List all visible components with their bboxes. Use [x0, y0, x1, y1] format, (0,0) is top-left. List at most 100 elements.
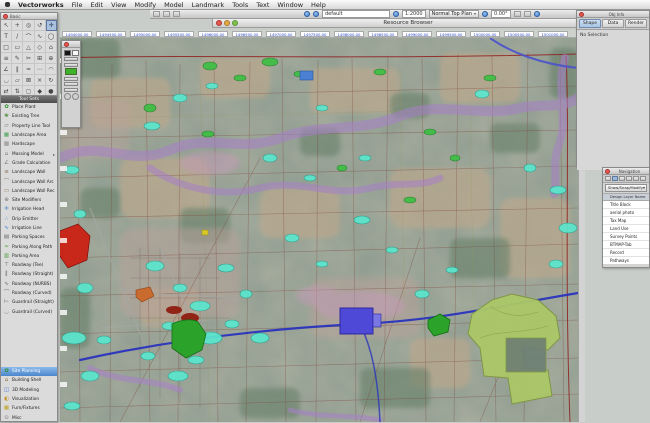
layer-options-icon[interactable] — [393, 11, 399, 17]
tool-row[interactable]: ⊤ Roadway (Tee) — [1, 261, 57, 270]
menu-item[interactable]: Tools — [232, 1, 248, 9]
mode-button-3[interactable] — [173, 11, 180, 17]
tool-row[interactable]: ⊕ Site Modifiers — [1, 196, 57, 205]
navigation-titlebar[interactable]: Navigation — [603, 168, 649, 175]
dots-tool[interactable]: ⋯ — [35, 64, 46, 75]
rounded-rect-tool[interactable]: ▭ — [12, 42, 23, 53]
viewports-tab-icon[interactable] — [626, 176, 632, 181]
layer-row[interactable]: ✓ BTMAP-Tab — [603, 241, 649, 249]
line-weight-dropdown[interactable] — [64, 77, 78, 81]
grid-tool[interactable]: ⊞ — [35, 53, 46, 64]
pen-color-chip[interactable] — [72, 50, 79, 56]
fit-to-objects-icon[interactable] — [313, 11, 319, 17]
map-canvas[interactable] — [60, 38, 578, 422]
skew-rect-tool[interactable]: ▱ — [12, 75, 23, 86]
tool-row[interactable]: ✛ Irrigation Head — [1, 205, 57, 214]
references-tab-icon[interactable] — [640, 176, 646, 181]
spline-tool[interactable]: ≈ — [23, 64, 34, 75]
fill-style-dropdown[interactable] — [64, 57, 78, 61]
active-color-chip[interactable] — [65, 68, 77, 75]
center-tool[interactable]: ⊕ — [46, 53, 57, 64]
tool-set-group[interactable]: ◐ Visualization — [1, 395, 57, 404]
rectangle-tool[interactable]: □ — [1, 42, 12, 53]
tool-row[interactable]: ▱ Property Line Tool — [1, 122, 57, 131]
tool-row[interactable]: ▦ Landscape Area — [1, 131, 57, 140]
app-menu-vectorworks[interactable]: Vectorworks — [18, 1, 64, 9]
tool-row[interactable]: ≡ Landscape Wall — [1, 168, 57, 177]
minimize-icon[interactable] — [224, 20, 230, 26]
layer-row[interactable]: ✓ Survey Points — [603, 233, 649, 241]
rotate-cw-tool[interactable]: ↻ — [46, 75, 57, 86]
arc-up-tool[interactable]: ◠ — [46, 64, 57, 75]
arc-tool[interactable]: ⌒ — [23, 31, 34, 42]
menu-item[interactable]: File — [72, 1, 83, 9]
triangle-tool[interactable]: △ — [23, 42, 34, 53]
tool-row[interactable]: ∠ Grade Calculation — [1, 159, 57, 168]
freehand-tool[interactable]: ∿ — [35, 31, 46, 42]
view-button-2[interactable] — [524, 11, 531, 17]
render-mode-dropdown[interactable]: Normal Top Plan — [429, 10, 479, 18]
object-info-tab[interactable]: Data — [602, 19, 624, 28]
apple-icon[interactable] — [5, 2, 10, 7]
tool-row[interactable]: ▥ Parking Area — [1, 252, 57, 261]
snap-tool[interactable]: ✛ — [46, 20, 57, 31]
layer-row[interactable]: ✓ Land Use — [603, 225, 649, 233]
tool-row[interactable]: ∿ Irrigation Line — [1, 224, 57, 233]
tool-row[interactable]: ❀ Existing Tree — [1, 112, 57, 121]
zone-yellow-marker[interactable] — [202, 230, 208, 235]
menu-item[interactable]: Window — [277, 1, 303, 9]
basic-palette-titlebar[interactable]: Basic — [1, 13, 57, 20]
layer-options-dropdown[interactable]: Show/Snap/Modify▾ — [605, 184, 647, 192]
menu-item[interactable]: Model — [164, 1, 184, 9]
tool-row[interactable]: ▩ Hardscape — [1, 140, 57, 149]
attributes-titlebar[interactable] — [62, 41, 80, 48]
close-icon[interactable] — [216, 20, 222, 26]
tool-row[interactable]: ∴ Drip Emitter — [1, 215, 57, 224]
design-layers-tab-icon[interactable] — [612, 176, 618, 181]
scale-field[interactable]: 1:2000 — [402, 10, 426, 18]
delete-tool[interactable]: × — [35, 75, 46, 86]
update-icon[interactable] — [534, 11, 540, 17]
line-tool[interactable]: / — [12, 31, 23, 42]
selection-tool[interactable]: ↖ — [1, 20, 12, 31]
pen-style-dropdown[interactable] — [64, 63, 78, 67]
zoom-icon[interactable] — [482, 11, 488, 17]
close-icon[interactable] — [605, 169, 610, 174]
tool-row[interactable]: ▤ Parking Spaces — [1, 233, 57, 242]
layer-row[interactable]: ✓ Tax Map — [603, 217, 649, 225]
object-info-titlebar[interactable]: Obj Info — [577, 11, 649, 18]
arc-down-tool[interactable]: ◡ — [1, 75, 12, 86]
tool-sets-titlebar[interactable]: Tool Sets — [1, 96, 57, 103]
zoom-tool[interactable]: ◎ — [23, 20, 34, 31]
edit-tool[interactable]: ✎ — [12, 53, 23, 64]
trim-tool[interactable]: ✂ — [23, 53, 34, 64]
tool-row[interactable]: ∿ Roadway (NURBS) — [1, 280, 57, 289]
tool-row[interactable]: ⌒ Landscape Wall Arc — [1, 177, 57, 186]
tool-row[interactable]: ⊢ Guardrail (Straight) — [1, 298, 57, 307]
mode-button-1[interactable] — [153, 11, 160, 17]
tool-row[interactable]: ⌂ Massing Model — [1, 149, 57, 158]
polygon-tool[interactable]: ◇ — [35, 42, 46, 53]
parallel-tool[interactable]: ∥ — [12, 64, 23, 75]
tool-set-group[interactable]: ▦ Furn/Fixtures — [1, 404, 57, 413]
menu-item[interactable]: Edit — [90, 1, 103, 9]
object-info-tab[interactable]: Shape — [579, 19, 601, 28]
zone-blue-small[interactable] — [300, 71, 313, 80]
angle-tool[interactable]: ∠ — [1, 64, 12, 75]
object-info-tab[interactable]: Render — [625, 19, 647, 28]
shadow-button[interactable] — [72, 93, 79, 100]
offset-tool[interactable]: ≡ — [1, 53, 12, 64]
rotation-field[interactable]: 0.00° — [491, 10, 511, 18]
menu-item[interactable]: Help — [311, 1, 326, 9]
mode-button-2[interactable] — [163, 11, 170, 17]
menu-item[interactable]: View — [111, 1, 126, 9]
tool-set-group[interactable]: ⌂ Building Shell — [1, 376, 57, 385]
tool-set-group[interactable]: ⊙ Misc — [1, 413, 57, 422]
menu-item[interactable]: Modify — [135, 1, 157, 9]
clip-tool[interactable]: ⊠ — [23, 75, 34, 86]
tool-set-group[interactable]: ◫ 3D Modeling — [1, 386, 57, 395]
menu-item[interactable]: Text — [256, 1, 269, 9]
saved-views-icon[interactable] — [304, 11, 310, 17]
classes-tab-icon[interactable] — [605, 176, 611, 181]
close-icon[interactable] — [3, 14, 8, 19]
